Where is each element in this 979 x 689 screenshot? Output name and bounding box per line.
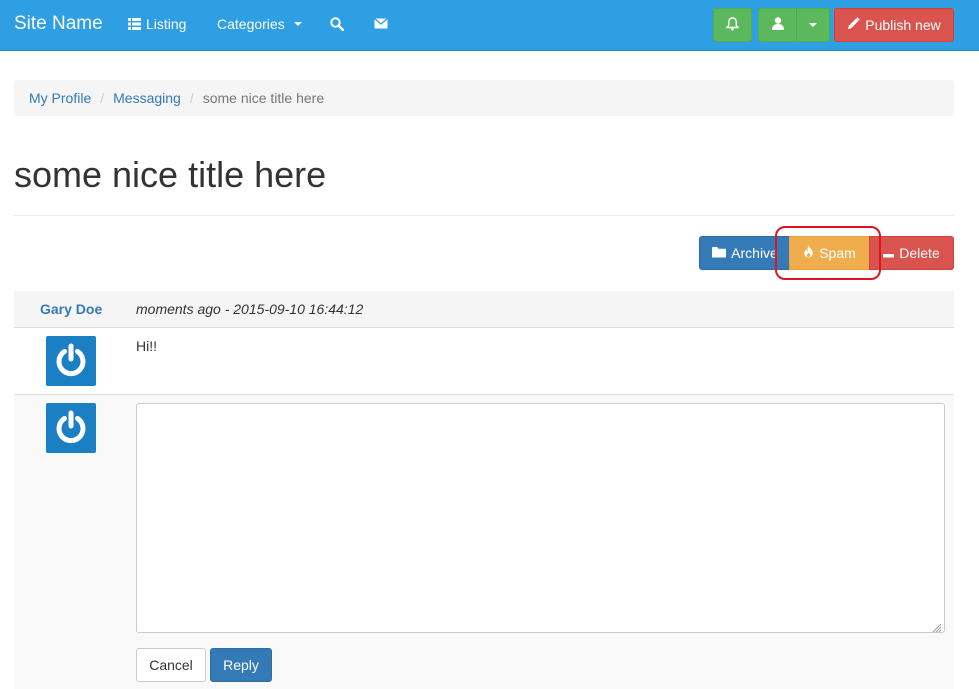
site-brand[interactable]: Site Name xyxy=(14,13,103,35)
breadcrumb-separator: / xyxy=(100,90,105,106)
reply-textarea[interactable] xyxy=(136,403,945,633)
list-icon xyxy=(128,18,141,30)
nav-listing-label: Listing xyxy=(146,16,187,32)
delete-label: Delete xyxy=(899,245,940,261)
divider xyxy=(14,215,954,216)
archive-label: Archive xyxy=(731,245,778,261)
breadcrumb-current: some nice title here xyxy=(202,90,325,106)
search-icon[interactable] xyxy=(330,17,344,31)
nav-categories-dropdown[interactable]: Categories xyxy=(217,16,302,32)
cancel-button[interactable]: Cancel xyxy=(136,648,206,682)
spam-label: Spam xyxy=(819,245,856,261)
delete-button[interactable]: Delete xyxy=(869,236,954,270)
avatar xyxy=(46,403,96,453)
nav-listing[interactable]: Listing xyxy=(128,16,186,32)
spam-button[interactable]: Spam xyxy=(789,236,870,270)
resize-handle-icon[interactable] xyxy=(932,620,942,633)
breadcrumb-messaging[interactable]: Messaging xyxy=(113,90,181,106)
breadcrumb: My Profile / Messaging / some nice title… xyxy=(14,80,954,116)
notifications-button[interactable] xyxy=(713,8,752,42)
fire-icon xyxy=(803,245,814,261)
power-icon xyxy=(53,409,89,448)
caret-down-icon xyxy=(809,23,817,27)
message-timestamp: moments ago - 2015-09-10 16:44:12 xyxy=(136,301,364,317)
publish-new-button[interactable]: Publish new xyxy=(834,8,954,42)
bell-icon xyxy=(725,16,740,34)
breadcrumb-my-profile[interactable]: My Profile xyxy=(29,90,91,106)
caret-down-icon xyxy=(293,22,302,26)
archive-button[interactable]: Archive xyxy=(699,236,791,270)
top-navbar: Site Name Listing Categories Publish new xyxy=(0,0,979,51)
breadcrumb-separator: / xyxy=(189,90,194,106)
message-body: Hi!! xyxy=(136,338,157,354)
user-icon xyxy=(771,17,784,33)
reply-button[interactable]: Reply xyxy=(210,648,272,682)
avatar xyxy=(46,336,96,386)
user-menu-button[interactable] xyxy=(758,8,797,42)
user-menu-toggle[interactable] xyxy=(796,8,830,42)
power-icon xyxy=(53,342,89,381)
folder-icon xyxy=(712,245,727,261)
message-author[interactable]: Gary Doe xyxy=(40,301,102,317)
page-title: some nice title here xyxy=(14,154,327,195)
envelope-icon[interactable] xyxy=(374,18,388,29)
publish-new-label: Publish new xyxy=(865,17,941,33)
minus-icon xyxy=(883,245,895,261)
nav-categories-label: Categories xyxy=(217,16,285,32)
pencil-icon xyxy=(847,17,861,33)
